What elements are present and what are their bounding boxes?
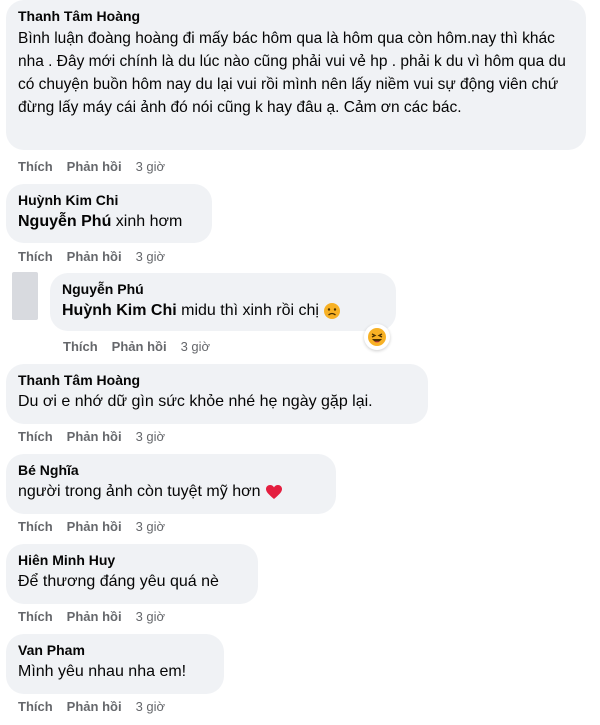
mention-tag[interactable]: Huỳnh Kim Chi <box>62 302 177 319</box>
comment-time[interactable]: 3 giờ <box>136 429 166 444</box>
reply-button[interactable]: Phản hồi <box>67 159 122 174</box>
comment-author[interactable]: Nguyễn Phú <box>62 280 384 298</box>
comment-text: Du ơi e nhớ dữ gìn sức khỏe nhé hẹ ngày … <box>18 393 373 410</box>
avatar[interactable] <box>12 272 38 320</box>
comment-actions: Thích Phản hồi 3 giờ <box>18 429 165 445</box>
reply-button[interactable]: Phản hồi <box>67 429 122 444</box>
like-button[interactable]: Thích <box>18 159 53 174</box>
comment-author[interactable]: Van Pham <box>18 641 212 659</box>
comment-author[interactable]: Thanh Tâm Hoàng <box>18 371 416 389</box>
sad-emoji-icon <box>324 302 341 319</box>
comment-text: Nguyễn Phú xinh hơm <box>18 211 200 233</box>
comment-bubble: Hiên Minh Huy Để thương đáng yêu quá nè <box>6 544 258 604</box>
comment-text: Bình luận đoàng hoàng đi mấy bác hôm qua… <box>18 30 566 116</box>
comment-actions: Thích Phản hồi 3 giờ <box>18 159 165 175</box>
comment-author[interactable]: Bé Nghĩa <box>18 461 324 479</box>
comment-bubble: Thanh Tâm Hoàng Du ơi e nhớ dữ gìn sức k… <box>6 364 428 424</box>
comment-body: người trong ảnh còn tuyệt mỹ hơn <box>18 483 261 500</box>
comment-time[interactable]: 3 giờ <box>136 699 166 714</box>
reaction-badge[interactable] <box>364 324 390 350</box>
comment-body: midu thì xinh rồi chị <box>181 302 319 319</box>
comment-text: Để thương đáng yêu quá nè <box>18 573 219 590</box>
comment-actions: Thích Phản hồi 3 giờ <box>18 519 165 535</box>
comment-actions: Thích Phản hồi 3 giờ <box>18 249 165 265</box>
comment-text: Mình yêu nhau nha em! <box>18 663 187 680</box>
comment-bubble: Thanh Tâm Hoàng Bình luận đoàng hoàng đi… <box>6 0 586 150</box>
mention-tag[interactable]: Nguyễn Phú <box>18 213 111 230</box>
reply-button[interactable]: Phản hồi <box>67 249 122 264</box>
reply-button[interactable]: Phản hồi <box>112 339 167 354</box>
reply-button[interactable]: Phản hồi <box>67 519 122 534</box>
comment-bubble: Huỳnh Kim Chi Nguyễn Phú xinh hơm <box>6 184 212 243</box>
comment-author[interactable]: Hiên Minh Huy <box>18 551 246 569</box>
like-button[interactable]: Thích <box>18 609 53 624</box>
reply-button[interactable]: Phản hồi <box>67 699 122 714</box>
comment-time[interactable]: 3 giờ <box>181 339 211 354</box>
comment-time[interactable]: 3 giờ <box>136 519 166 534</box>
comment-time[interactable]: 3 giờ <box>136 249 166 264</box>
comment-actions: Thích Phản hồi 3 giờ <box>18 609 165 625</box>
comment-actions: Thích Phản hồi 3 giờ <box>18 699 165 715</box>
like-button[interactable]: Thích <box>18 249 53 264</box>
like-button[interactable]: Thích <box>18 699 53 714</box>
comment-body: xinh hơm <box>115 213 183 230</box>
comment-text: người trong ảnh còn tuyệt mỹ hơn <box>18 481 324 503</box>
reply-button[interactable]: Phản hồi <box>67 609 122 624</box>
comment-bubble: Van Pham Mình yêu nhau nha em! <box>6 634 224 694</box>
comment-bubble: Nguyễn Phú Huỳnh Kim Chi midu thì xinh r… <box>50 273 396 331</box>
like-button[interactable]: Thích <box>63 339 98 354</box>
comment-time[interactable]: 3 giờ <box>136 609 166 624</box>
laughing-emoji-icon <box>368 328 386 346</box>
comment-author[interactable]: Huỳnh Kim Chi <box>18 191 200 209</box>
comment-bubble: Bé Nghĩa người trong ảnh còn tuyệt mỹ hơ… <box>6 454 336 514</box>
like-button[interactable]: Thích <box>18 429 53 444</box>
comment-text: Huỳnh Kim Chi midu thì xinh rồi chị <box>62 300 384 322</box>
comment-author[interactable]: Thanh Tâm Hoàng <box>18 7 574 25</box>
red-heart-icon <box>265 484 282 499</box>
comment-actions: Thích Phản hồi 3 giờ <box>63 339 210 355</box>
comment-time[interactable]: 3 giờ <box>136 159 166 174</box>
like-button[interactable]: Thích <box>18 519 53 534</box>
